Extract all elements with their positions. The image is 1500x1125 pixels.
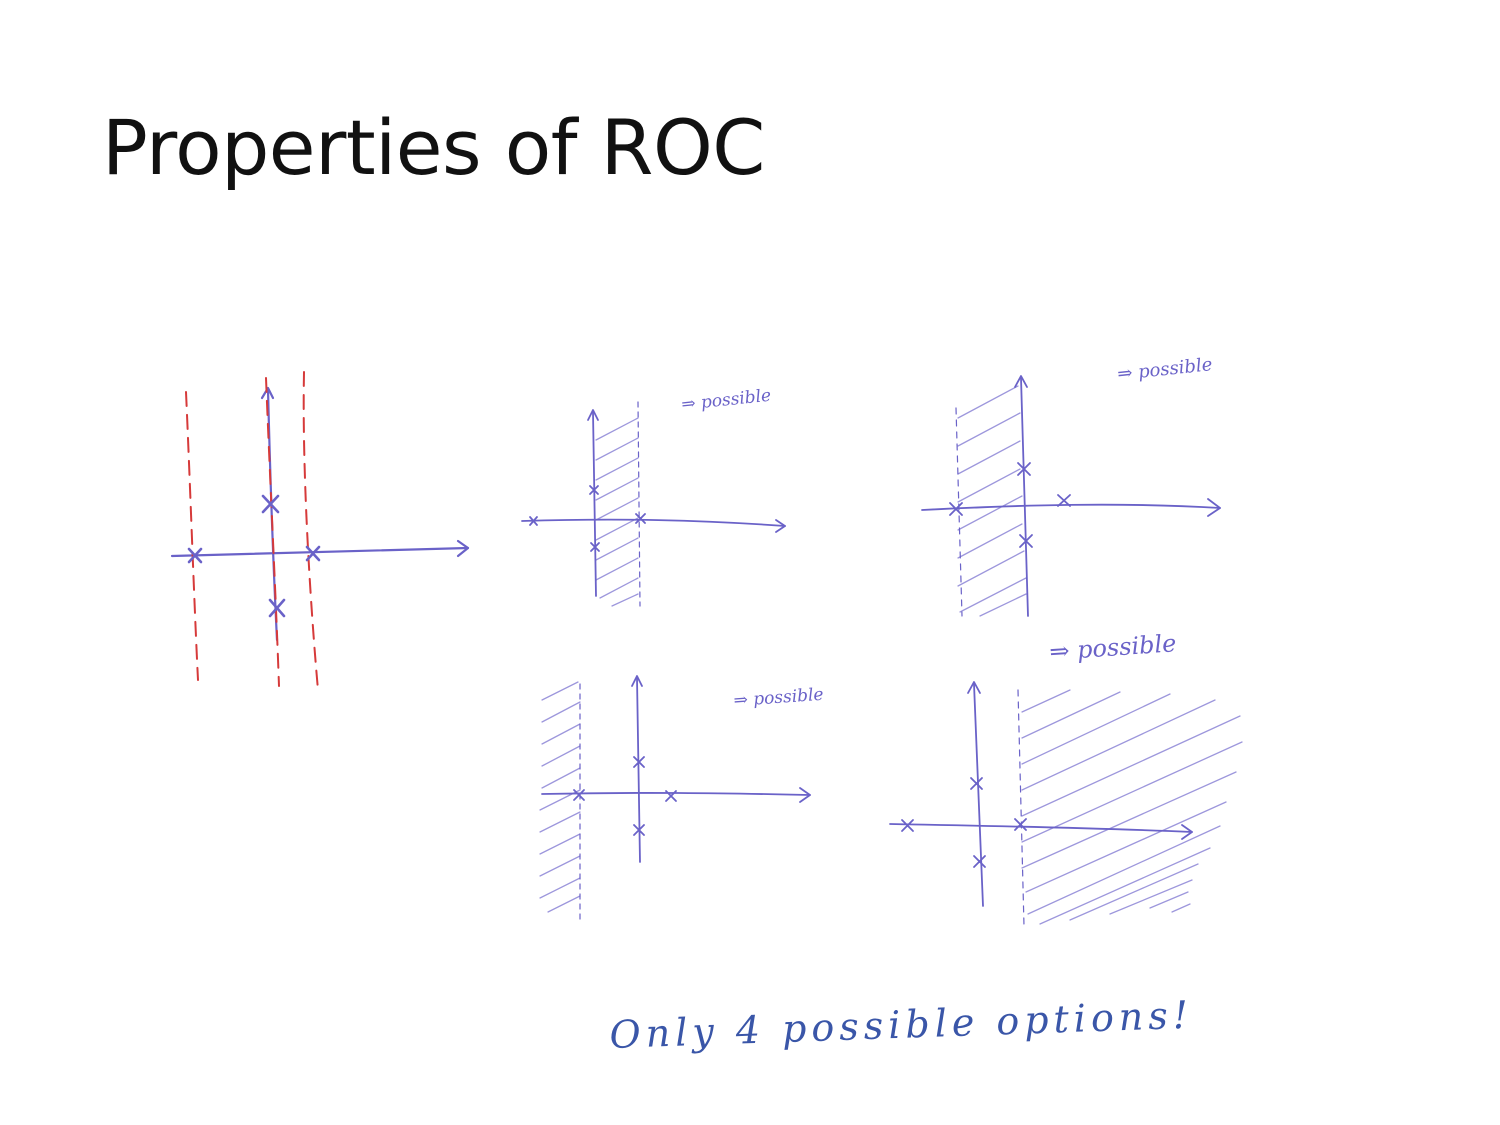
imaginary-axis [967, 681, 984, 907]
imaginary-axis [260, 386, 279, 642]
roc-hatching [1021, 689, 1243, 925]
roc-right-of-rightmost-pole: ⇒ possible [889, 629, 1243, 927]
pole-markers [573, 756, 677, 836]
possible-label: ⇒ possible [733, 685, 824, 711]
pole-markers [901, 777, 1027, 868]
roc-left-of-jw: ⇒ possible [921, 354, 1221, 617]
possible-label: ⇒ possible [1116, 354, 1213, 385]
real-axis [521, 518, 786, 533]
imaginary-axis [631, 675, 643, 863]
real-axis [170, 539, 470, 558]
real-axis [889, 823, 1193, 840]
roc-left-of-leftmost-pole: ⇒ possible [539, 675, 824, 921]
pole-zero-plot [170, 371, 470, 691]
roc-boundary [637, 401, 641, 607]
roc-hatching [539, 681, 581, 913]
roc-boundary [1017, 689, 1025, 927]
slide: Properties of ROC ⇒ possible ⇒ possible … [0, 0, 1500, 1125]
roc-boundary-lines [185, 371, 319, 691]
pole-markers [529, 485, 646, 552]
roc-diagrams: ⇒ possible ⇒ possible ⇒ possible ⇒ possi… [170, 354, 1243, 1057]
possible-label: ⇒ possible [1048, 629, 1177, 666]
possible-label: ⇒ possible [680, 386, 772, 415]
imaginary-axis [587, 409, 599, 597]
roc-hatching [957, 385, 1027, 617]
caption: Only 4 possible options! [609, 993, 1194, 1057]
roc-strip: ⇒ possible [521, 386, 786, 607]
roc-hatching [595, 417, 639, 607]
real-axis [921, 498, 1221, 517]
